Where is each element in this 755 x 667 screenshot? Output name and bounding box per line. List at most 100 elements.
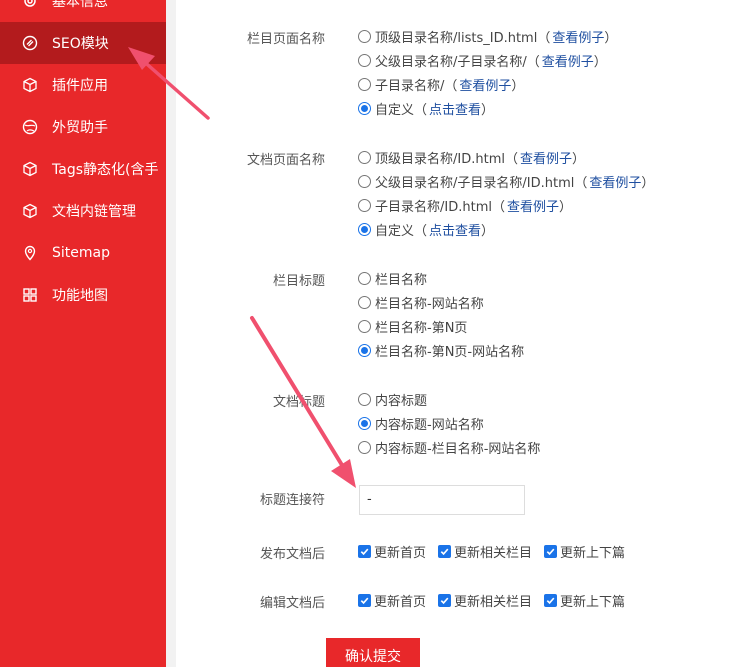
cube-icon [21,76,39,94]
column-page-name-option-4[interactable]: 自定义 （点击查看） [358,98,494,118]
option-text: 父级目录名称/子目录名称/ [375,54,527,70]
option-text: 自定义 [375,223,415,239]
doc-title-option-1[interactable]: 内容标题 [358,389,427,409]
sidebar-gutter [166,0,176,667]
after-edit-options: 更新首页 更新相关栏目 更新上下篇 [358,590,637,610]
option-text: 栏目名称-第N页-网站名称 [375,344,525,360]
doc-title-label: 文档标题 [272,395,325,410]
doc-title-option-2[interactable]: 内容标题-网站名称 [358,413,484,433]
radio-button-selected[interactable] [358,416,371,430]
submit-button[interactable]: 确认提交 [326,638,420,667]
sidebar-item-label: 功能地图 [52,288,108,304]
checkbox-label: 更新相关栏目 [454,594,533,610]
option-text: 父级目录名称/子目录名称/ID.html [375,175,575,191]
sidebar-item-internal-links[interactable]: 文档内链管理 [0,190,166,232]
option-text: 栏目名称-网站名称 [375,296,484,312]
radio-button-selected[interactable] [358,222,371,236]
doc-page-name-option-4[interactable]: 自定义 （点击查看） [358,219,494,239]
checkbox-checked-icon[interactable] [544,593,558,607]
checkbox-checked-icon[interactable] [438,593,452,607]
example-link[interactable]: 查看例子 [552,27,604,46]
view-link[interactable]: 点击查看 [429,99,481,118]
checkbox-update-prev-next[interactable]: 更新上下篇 [544,542,625,561]
sidebar-item-label: 插件应用 [52,78,108,94]
option-text: 内容标题 [375,393,428,409]
map-pin-icon [21,244,39,262]
doc-title-option-3[interactable]: 内容标题-栏目名称-网站名称 [358,437,540,457]
checkbox-checked-icon[interactable] [544,544,558,558]
sidebar-item-trade-assistant[interactable]: 外贸助手 [0,106,166,148]
checkbox-update-related-columns[interactable]: 更新相关栏目 [438,542,532,561]
sidebar-item-label: Tags静态化(含手 [52,162,159,178]
radio-button[interactable] [358,271,371,285]
radio-button[interactable] [358,440,371,454]
checkbox-update-related-columns[interactable]: 更新相关栏目 [438,591,532,610]
sidebar-item-label: 文档内链管理 [52,204,136,220]
checkbox-label: 更新上下篇 [560,545,626,561]
radio-button[interactable] [358,295,371,309]
radio-button-selected[interactable] [358,343,371,357]
doc-page-name-option-3[interactable]: 子目录名称/ID.html （查看例子） [358,195,572,215]
radio-button[interactable] [358,29,371,43]
grid-icon [21,286,39,304]
column-page-name-option-3[interactable]: 子目录名称/ （查看例子） [358,74,524,94]
option-text: 内容标题-网站名称 [375,417,484,433]
option-text: 子目录名称/ [375,78,445,94]
column-page-name-option-1[interactable]: 顶级目录名称/lists_ID.html （查看例子） [358,26,617,46]
globe-icon [21,118,39,136]
sidebar-item-tags-static[interactable]: Tags静态化(含手 [0,148,166,190]
example-link[interactable]: 查看例子 [459,75,511,94]
radio-button[interactable] [358,174,371,188]
column-title-label: 栏目标题 [272,274,325,289]
column-page-name-option-2[interactable]: 父级目录名称/子目录名称/ （查看例子） [358,50,607,70]
radio-button[interactable] [358,150,371,164]
checkbox-update-prev-next[interactable]: 更新上下篇 [544,591,625,610]
column-title-option-1[interactable]: 栏目名称 [358,268,427,288]
checkbox-label: 更新首页 [374,594,427,610]
option-text: 栏目名称-第N页 [375,320,468,336]
doc-page-name-label: 文档页面名称 [246,153,325,168]
example-link[interactable]: 查看例子 [542,51,594,70]
after-publish-options: 更新首页 更新相关栏目 更新上下篇 [358,541,637,561]
after-publish-label: 发布文档后 [259,547,325,562]
radio-button[interactable] [358,319,371,333]
checkbox-checked-icon[interactable] [358,544,371,558]
cube-icon [21,202,39,220]
checkbox-checked-icon[interactable] [438,544,452,558]
doc-page-name-option-2[interactable]: 父级目录名称/子目录名称/ID.html （查看例子） [358,171,654,191]
example-link[interactable]: 查看例子 [507,196,559,215]
sidebar-item-label: 基本信息 [52,0,108,10]
sidebar-item-basic-info[interactable]: 基本信息 [0,0,166,22]
sidebar: 基本信息 SEO模块 插件应用 外贸助手 Tags静态化(含手 文档内链管理 S… [0,0,166,667]
radio-button-selected[interactable] [358,101,371,115]
option-text: 顶级目录名称/lists_ID.html [375,30,538,46]
title-separator-label: 标题连接符 [259,493,325,508]
checkbox-update-home[interactable]: 更新首页 [358,542,426,561]
sidebar-item-function-map[interactable]: 功能地图 [0,274,166,316]
checkbox-label: 更新相关栏目 [454,545,533,561]
sidebar-item-seo[interactable]: SEO模块 [0,22,166,64]
view-link[interactable]: 点击查看 [429,220,481,239]
checkbox-update-home[interactable]: 更新首页 [358,591,426,610]
doc-page-name-option-1[interactable]: 顶级目录名称/ID.html （查看例子） [358,147,585,167]
title-separator-input[interactable]: - [359,485,525,515]
cube-icon [21,160,39,178]
option-text: 自定义 [375,102,415,118]
checkbox-checked-icon[interactable] [358,593,371,607]
column-title-option-4[interactable]: 栏目名称-第N页-网站名称 [358,340,524,360]
radio-button[interactable] [358,392,371,406]
option-text: 内容标题-栏目名称-网站名称 [375,441,541,457]
example-link[interactable]: 查看例子 [589,172,641,191]
sidebar-item-label: Sitemap [52,245,110,261]
sidebar-item-label: 外贸助手 [52,120,108,136]
column-title-option-3[interactable]: 栏目名称-第N页 [358,316,467,336]
option-text: 顶级目录名称/ID.html [375,151,505,167]
column-title-option-2[interactable]: 栏目名称-网站名称 [358,292,484,312]
example-link[interactable]: 查看例子 [520,148,572,167]
radio-button[interactable] [358,198,371,212]
radio-button[interactable] [358,53,371,67]
radio-button[interactable] [358,77,371,91]
column-page-name-label: 栏目页面名称 [246,32,325,47]
sidebar-item-plugins[interactable]: 插件应用 [0,64,166,106]
sidebar-item-sitemap[interactable]: Sitemap [0,232,166,274]
